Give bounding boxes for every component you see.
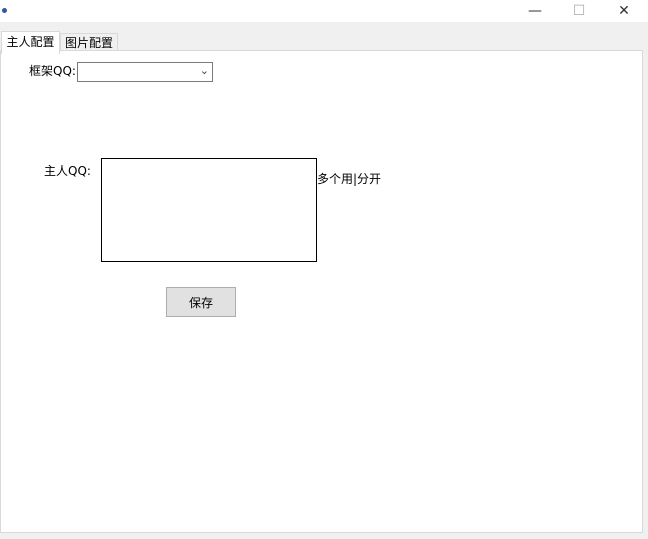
tab-owner-config[interactable]: 主人配置 bbox=[1, 31, 60, 54]
save-button[interactable]: 保存 bbox=[166, 287, 236, 317]
window-client: 主人配置 图片配置 bbox=[0, 22, 648, 539]
chevron-down-icon[interactable]: ⌄ bbox=[200, 64, 209, 77]
owner-qq-hint: 多个用|分开 bbox=[317, 172, 382, 186]
frame-qq-label: 框架QQ: bbox=[29, 64, 76, 78]
minimize-button[interactable]: — bbox=[512, 0, 558, 22]
app-icon bbox=[2, 5, 16, 15]
title-bar: — ☐ ✕ bbox=[0, 0, 648, 22]
frame-qq-select[interactable]: ⌄ bbox=[77, 62, 213, 82]
maximize-button[interactable]: ☐ bbox=[556, 0, 602, 22]
close-button[interactable]: ✕ bbox=[601, 0, 647, 22]
owner-qq-label: 主人QQ: bbox=[44, 164, 91, 178]
app-logo-icon bbox=[2, 7, 7, 13]
tab-panel bbox=[0, 50, 643, 533]
owner-qq-textarea[interactable] bbox=[101, 158, 317, 262]
